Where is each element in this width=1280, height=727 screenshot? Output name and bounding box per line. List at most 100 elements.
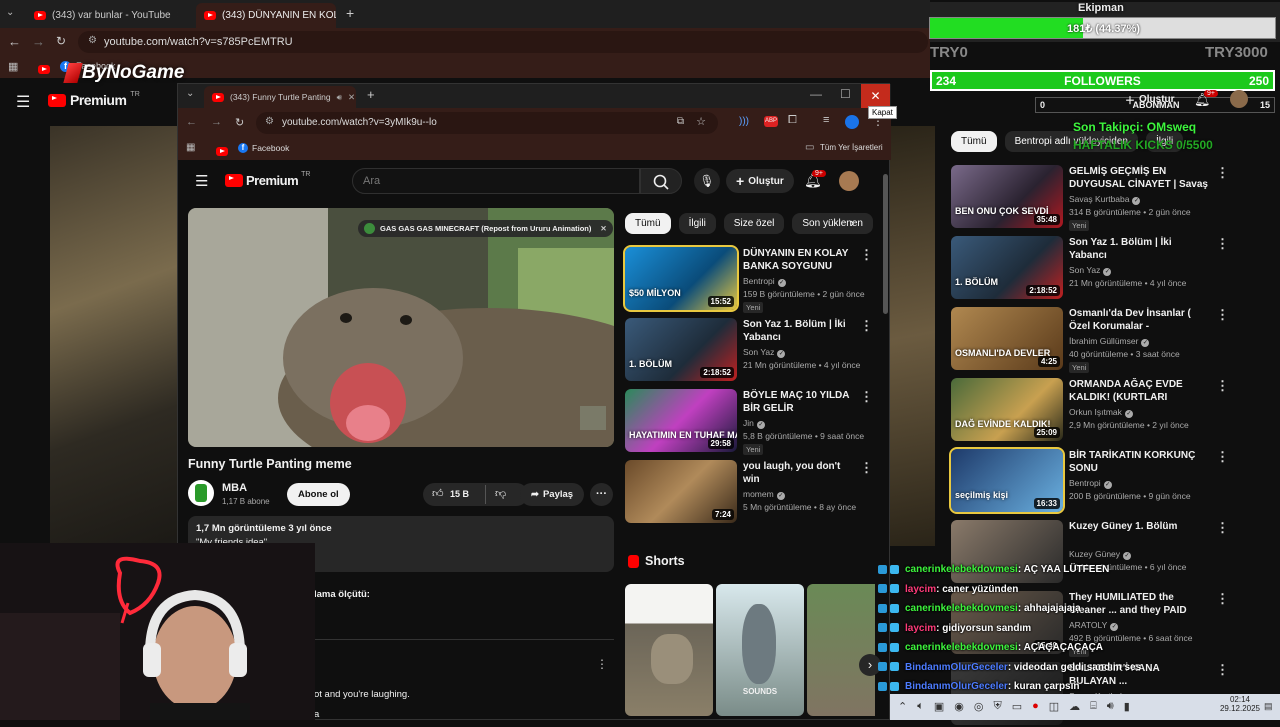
media-controls-icon[interactable]: ≡ xyxy=(823,114,829,126)
hamburger-menu-icon[interactable]: ☰ xyxy=(195,172,208,190)
chip-all[interactable]: Tümü xyxy=(625,213,671,234)
bg-video-menu-icon[interactable]: ⋮ xyxy=(1216,449,1229,465)
tray-speaker-icon[interactable]: 🔊︎ xyxy=(1107,700,1114,713)
speaker-icon[interactable]: 🔊︎ xyxy=(337,92,342,103)
bg-video-thumbnail[interactable]: BEN ONU ÇOK SEVDİ 35:48 xyxy=(951,165,1063,228)
account-avatar[interactable] xyxy=(839,171,859,191)
bg-video-menu-icon[interactable]: ⋮ xyxy=(1216,378,1229,394)
tray-battery-icon[interactable]: ▮ xyxy=(1124,700,1130,713)
tray-volume-icon[interactable]: 🔈︎ xyxy=(917,700,924,713)
bg-video-title[interactable]: Son Yaz 1. Bölüm | İki Yabancı xyxy=(1069,236,1209,262)
tray-record-icon[interactable]: ● xyxy=(1032,700,1039,713)
yt-video-menu-icon[interactable]: ⋮ xyxy=(860,318,873,334)
clock[interactable]: 02:14 29.12.2025 xyxy=(1218,695,1262,713)
outer-tab-1[interactable]: (343) var bunlar - YouTube ✕ xyxy=(26,4,178,26)
bg-video-thumbnail[interactable]: OSMANLI'DA DEVLER 4:25 xyxy=(951,307,1063,370)
tray-camera-icon[interactable]: ◫ xyxy=(1049,700,1059,713)
bg-video-title[interactable]: Osmanlı'da Dev İnsanlar ( Özel Korumalar… xyxy=(1069,307,1209,333)
extension-wave-icon[interactable]: ))) xyxy=(739,116,749,127)
yt-video-title[interactable]: DÜNYANIN EN KOLAY BANKA SOYGUNU xyxy=(743,247,855,273)
comment-menu-icon[interactable]: ⋮ xyxy=(596,657,608,671)
miniplayer-notice[interactable]: GAS GAS GAS MINECRAFT (Repost from Ururu… xyxy=(358,220,613,237)
yt-video-channel[interactable]: Bentropi ✓ xyxy=(743,275,786,288)
yt-video-item[interactable]: 1. BÖLÜM 2:18:52 Son Yaz 1. Bölüm | İki Ya… xyxy=(625,318,875,383)
bg-video-item[interactable]: DAĞ EVİNDE KALDIK! 25:09 ORMANDA AĞAÇ EVDE… xyxy=(951,378,1231,443)
tray-steam-icon[interactable]: ◎ xyxy=(974,700,984,713)
back-icon[interactable]: ← xyxy=(8,34,21,49)
minimize-icon[interactable]: — xyxy=(810,87,822,101)
yt-video-channel[interactable]: Jin ✓ xyxy=(743,417,765,430)
short-1[interactable] xyxy=(625,584,713,716)
chip-recent[interactable]: Son yüklenen xyxy=(792,213,873,234)
yt-video-channel[interactable]: Son Yaz ✓ xyxy=(743,346,786,359)
forward-icon[interactable]: → xyxy=(32,34,45,49)
bg-video-player-right[interactable] xyxy=(890,126,935,546)
channel-name[interactable]: MBA xyxy=(222,482,247,494)
yt-video-menu-icon[interactable]: ⋮ xyxy=(860,460,873,476)
subscribe-button[interactable]: Abone ol xyxy=(287,483,350,506)
bg-video-channel[interactable]: Bentropi ✓ xyxy=(1069,477,1112,490)
yt-video-thumbnail[interactable]: HAYATIMIN EN TUHAF MAÇI29:58 xyxy=(625,389,737,452)
voice-search-button[interactable]: 🎙︎ xyxy=(694,168,720,194)
extensions-puzzle-icon[interactable]: ⧠ xyxy=(788,114,797,127)
bg-video-title[interactable]: BİR TARİKATIN KORKUNÇ SONU xyxy=(1069,449,1209,475)
chip-for-you[interactable]: Size özel xyxy=(723,213,785,234)
apps-grid-icon[interactable]: ▦ xyxy=(8,60,18,73)
yt-video-title[interactable]: you laugh, you don't win xyxy=(743,460,855,486)
close-tab-icon[interactable]: ✕ xyxy=(348,92,355,103)
bg-create-button[interactable]: ＋ Oluştur xyxy=(1125,92,1175,107)
all-bookmarks-label[interactable]: Tüm Yer İşaretleri xyxy=(820,143,883,152)
bg-video-channel[interactable]: Savaş Kurtbaba✓ xyxy=(1069,193,1141,206)
bg-video-title[interactable]: ORMANDA AĞAÇ EVDE KALDIK! (KURTLARI İZLE… xyxy=(1069,378,1209,404)
site-info-icon[interactable]: ⚙ xyxy=(265,116,274,127)
bg-video-menu-icon[interactable]: ⋮ xyxy=(1216,236,1229,252)
adblock-icon[interactable]: ABP xyxy=(764,116,778,127)
profile-avatar-icon[interactable] xyxy=(845,115,859,129)
youtube-bookmark-icon[interactable] xyxy=(216,147,228,156)
yt-video-thumbnail[interactable]: 1. BÖLÜM 2:18:52 xyxy=(625,318,737,381)
yt-video-menu-icon[interactable]: ⋮ xyxy=(860,389,873,405)
tray-network-icon[interactable]: ⌸ xyxy=(1090,700,1097,713)
inner-tab[interactable]: (343) Funny Turtle Panting 🔊︎ ✕ xyxy=(204,86,356,108)
bg-video-channel[interactable]: ARATOLY ✓ xyxy=(1069,619,1119,632)
tray-discord-icon[interactable]: ◉ xyxy=(954,700,964,713)
tray-app-icon[interactable]: ▣ xyxy=(934,700,944,713)
reload-icon[interactable]: ↻ xyxy=(56,34,66,48)
yt-video-title[interactable]: BÖYLE MAÇ 10 YILDA BİR GELİR xyxy=(743,389,855,415)
tray-shield-icon[interactable]: ⛨ xyxy=(993,700,1001,713)
bg-video-thumbnail[interactable]: DAĞ EVİNDE KALDIK! 25:09 xyxy=(951,378,1063,441)
yt-video-thumbnail[interactable]: $50 MİLYON 15:52 xyxy=(623,245,739,312)
yt-video-item[interactable]: 7:24 you laugh, you don't win momem ✓ 5 Mn g… xyxy=(625,460,875,525)
close-tab-icon[interactable]: ✕ xyxy=(177,10,178,21)
bg-video-item[interactable]: seçilmiş kişi 16:33 BİR TARİKATIN KORKUNÇ … xyxy=(949,447,1231,514)
bg-video-item[interactable]: Kuzey Güney 1. Bölüm Kuzey Güney ✓ 10 Mn gö… xyxy=(951,520,1231,585)
tab-list-icon[interactable]: ⌄ xyxy=(6,7,14,18)
notification-center-icon[interactable]: ▤ xyxy=(1264,701,1273,712)
inner-back-icon[interactable]: ← xyxy=(186,116,197,128)
bg-video-channel[interactable]: Orkun Işıtmak ✓ xyxy=(1069,406,1133,419)
bg-youtube-premium-logo[interactable]: Premium TR xyxy=(48,91,140,108)
chips-next-icon[interactable]: › xyxy=(850,215,854,230)
short-3[interactable] xyxy=(807,584,875,716)
bg-video-channel[interactable]: İbrahim Güllümser ✓ xyxy=(1069,335,1150,348)
youtube-bookmark-icon[interactable] xyxy=(38,65,50,74)
bg-video-item[interactable]: 1. BÖLÜM 2:18:52 Son Yaz 1. Bölüm | İki Ya… xyxy=(951,236,1231,301)
bg-video-channel[interactable]: Son Yaz ✓ xyxy=(1069,264,1112,277)
bg-video-player-left[interactable] xyxy=(50,126,178,546)
site-info-icon[interactable]: ⚙ xyxy=(88,35,97,46)
inner-new-tab-button[interactable]: + xyxy=(367,87,375,102)
bg-video-menu-icon[interactable]: ⋮ xyxy=(1216,307,1229,323)
outer-url-field[interactable]: ⚙ youtube.com/watch?v=s785PcEMTRU xyxy=(78,31,928,53)
bg-hamburger-menu-icon[interactable]: ☰ xyxy=(16,92,30,112)
yt-video-channel[interactable]: momem ✓ xyxy=(743,488,785,501)
tray-up-arrow-icon[interactable]: ⌃ xyxy=(898,700,907,713)
bg-video-item[interactable]: OSMANLI'DA DEVLER 4:25 Osmanlı'da Dev İnsa… xyxy=(951,307,1231,373)
chip-related[interactable]: İlgili xyxy=(678,213,716,234)
apps-grid-icon[interactable]: ▦ xyxy=(186,142,195,153)
bg-video-title[interactable]: GELMİŞ GEÇMİŞ EN DUYGUSAL CİNAYET | Sava… xyxy=(1069,165,1209,191)
short-2[interactable]: SOUNDS xyxy=(716,584,804,716)
tray-cloud-icon[interactable]: ☁ xyxy=(1069,700,1080,713)
like-button[interactable]: 👍︎ xyxy=(432,487,444,500)
search-button[interactable] xyxy=(640,168,682,194)
inner-forward-icon[interactable]: → xyxy=(211,116,222,128)
